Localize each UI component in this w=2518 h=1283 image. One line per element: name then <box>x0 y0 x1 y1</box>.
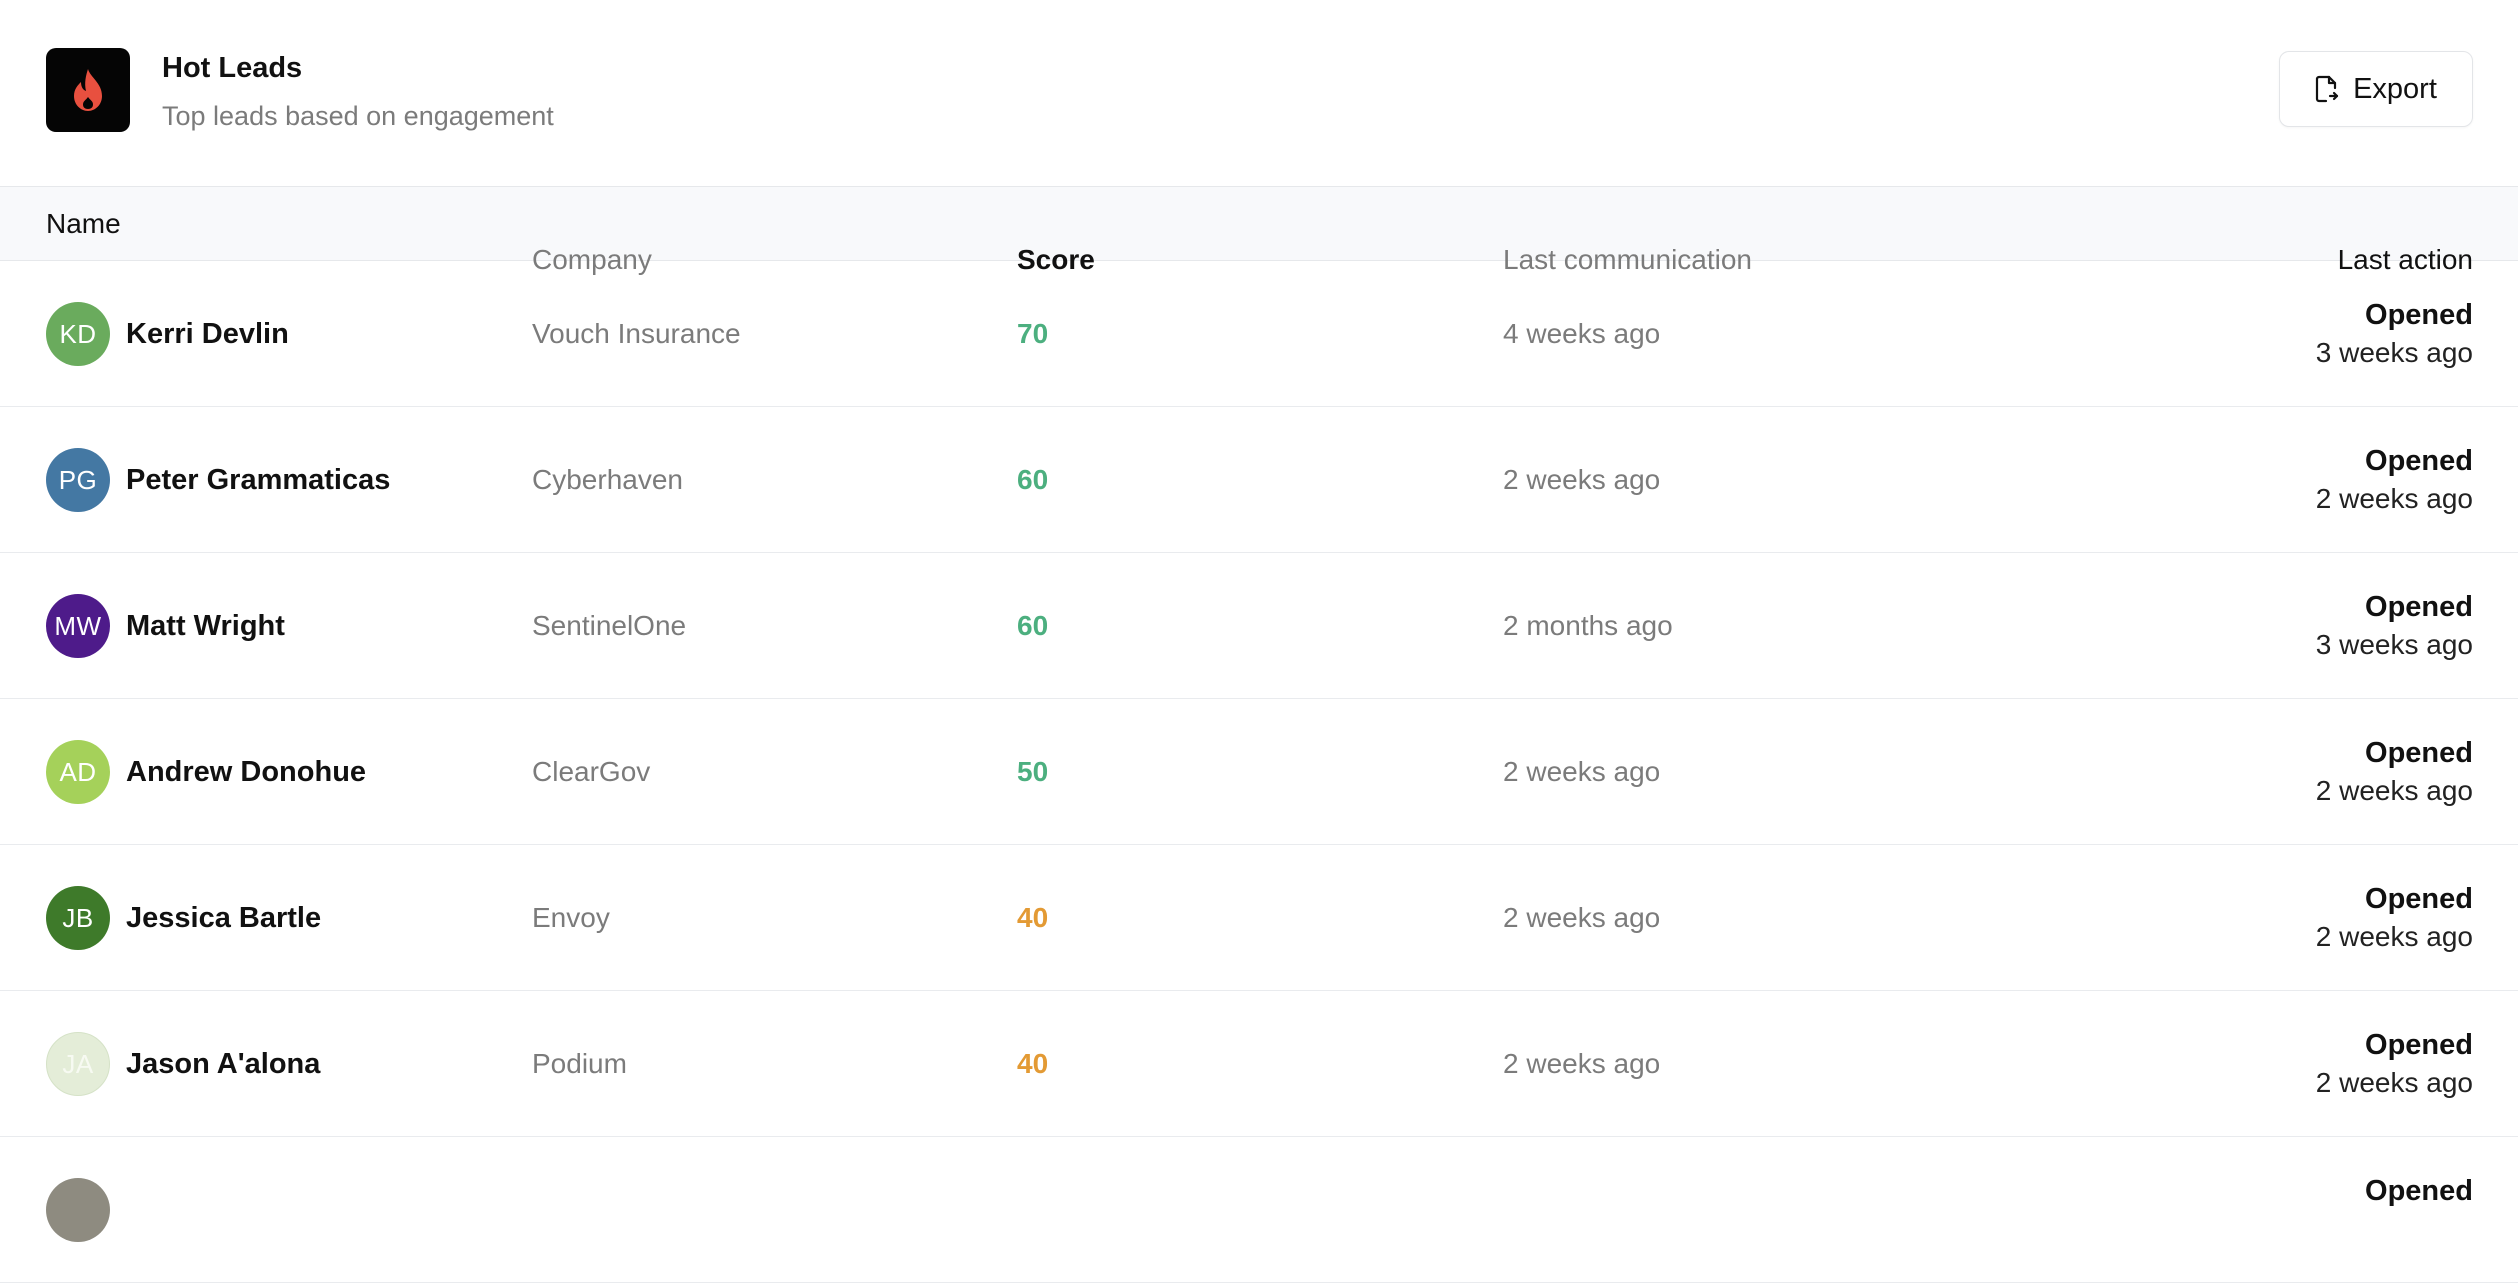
lead-last-communication: 4 weeks ago <box>1503 318 1661 349</box>
avatar: JB <box>46 886 110 950</box>
table-header: Name Company Score Last communication La… <box>0 186 2518 275</box>
last-action-time: 2 weeks ago <box>2315 1067 2473 1098</box>
lead-last-communication: 2 months ago <box>1503 610 1673 641</box>
last-action-type: Opened <box>2365 737 2473 769</box>
avatar: MW <box>46 594 110 658</box>
lead-score: 40 <box>1017 1048 1049 1079</box>
lead-last-action: Opened 2 weeks ago <box>2316 735 2473 811</box>
file-export-icon <box>2315 75 2339 103</box>
lead-name[interactable]: Jessica Bartle <box>126 845 321 991</box>
table-row[interactable]: JA Jason A'alona Podium 40 2 weeks ago O… <box>0 991 2518 1137</box>
lead-last-action: Opened 3 weeks ago <box>2316 297 2473 373</box>
lead-last-action: Opened 3 weeks ago <box>2316 589 2473 665</box>
card-header: Hot Leads Top leads based on engagement … <box>0 0 2518 186</box>
lead-company: Envoy <box>532 902 610 933</box>
last-action-time: 2 weeks ago <box>2315 921 2473 952</box>
avatar: AD <box>46 740 110 804</box>
last-action-type: Opened <box>2365 445 2473 477</box>
last-action-type: Opened <box>2365 591 2473 623</box>
column-header-score[interactable]: Score <box>1017 187 1095 275</box>
lead-score: 50 <box>1017 756 1049 787</box>
export-button[interactable]: Export <box>2279 51 2473 127</box>
card-subtitle: Top leads based on engagement <box>162 101 554 131</box>
lead-name[interactable]: Peter Grammaticas <box>126 407 390 553</box>
lead-last-communication: 2 weeks ago <box>1503 902 1661 933</box>
last-action-time: 2 weeks ago <box>2315 483 2473 514</box>
card-title: Hot Leads <box>162 52 303 84</box>
lead-company: SentinelOne <box>532 610 687 641</box>
last-action-time: 2 weeks ago <box>2315 775 2473 806</box>
avatar: KD <box>46 302 110 366</box>
table-row[interactable]: PG Peter Grammaticas Cyberhaven 60 2 wee… <box>0 407 2518 553</box>
lead-name[interactable]: Jason A'alona <box>126 991 320 1137</box>
column-header-company[interactable]: Company <box>532 187 652 275</box>
last-action-type: Opened <box>2365 883 2473 915</box>
lead-last-action: Opened 2 weeks ago <box>2316 881 2473 957</box>
lead-score: 60 <box>1017 464 1049 495</box>
column-header-last-communication[interactable]: Last communication <box>1503 187 1752 275</box>
lead-last-communication: 2 weeks ago <box>1503 1048 1661 1079</box>
flame-icon <box>46 48 130 132</box>
lead-name[interactable]: Andrew Donohue <box>126 699 366 845</box>
table-row[interactable]: AD Andrew Donohue ClearGov 50 2 weeks ag… <box>0 699 2518 845</box>
lead-name[interactable]: Kerri Devlin <box>126 261 289 407</box>
last-action-time: 3 weeks ago <box>2315 629 2473 660</box>
lead-score: 40 <box>1017 902 1049 933</box>
lead-name[interactable]: Matt Wright <box>126 553 285 699</box>
table-row[interactable]: KD Kerri Devlin Vouch Insurance 70 4 wee… <box>0 261 2518 407</box>
last-action-type: Opened <box>2365 299 2473 331</box>
hot-leads-card: Hot Leads Top leads based on engagement … <box>0 0 2518 1283</box>
lead-last-communication: 2 weeks ago <box>1503 756 1661 787</box>
last-action-time: 3 weeks ago <box>2315 337 2473 368</box>
export-label: Export <box>2353 72 2437 105</box>
leads-table-body: KD Kerri Devlin Vouch Insurance 70 4 wee… <box>0 261 2518 1283</box>
table-row[interactable]: Opened <box>0 1137 2518 1283</box>
table-row[interactable]: JB Jessica Bartle Envoy 40 2 weeks ago O… <box>0 845 2518 991</box>
lead-score: 70 <box>1017 318 1049 349</box>
table-row[interactable]: MW Matt Wright SentinelOne 60 2 months a… <box>0 553 2518 699</box>
lead-last-communication: 2 weeks ago <box>1503 464 1661 495</box>
lead-last-action: Opened <box>2365 1173 2473 1209</box>
last-action-type: Opened <box>2365 1175 2473 1207</box>
lead-company: Vouch Insurance <box>532 318 741 349</box>
avatar: PG <box>46 448 110 512</box>
last-action-type: Opened <box>2365 1029 2473 1061</box>
lead-company: ClearGov <box>532 756 651 787</box>
lead-company: Podium <box>532 1048 627 1079</box>
lead-score: 60 <box>1017 610 1049 641</box>
column-header-name[interactable]: Name <box>46 187 121 260</box>
lead-last-action: Opened 2 weeks ago <box>2316 443 2473 519</box>
lead-company: Cyberhaven <box>532 464 683 495</box>
lead-last-action: Opened 2 weeks ago <box>2316 1027 2473 1103</box>
avatar: JA <box>46 1032 110 1096</box>
